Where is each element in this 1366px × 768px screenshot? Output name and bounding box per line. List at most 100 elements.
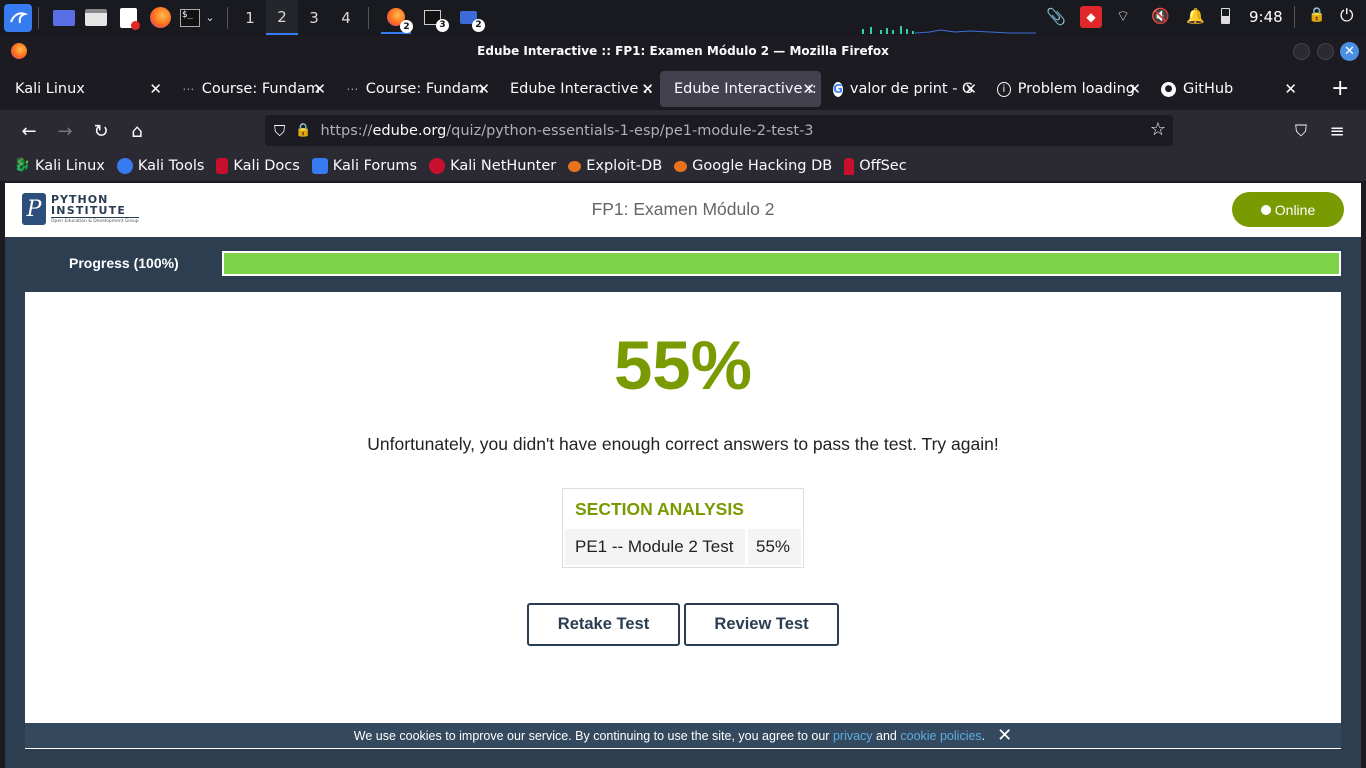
cookie-period: . [981,728,986,743]
home-icon[interactable]: ⌂ [119,113,155,149]
close-cookie-banner-icon[interactable]: ✕ [997,725,1012,746]
navigation-bar: ← → ↻ ⌂ ⛉ 🔒 https://edube.org/quiz/pytho… [0,110,1366,151]
bookmark-exploit-db[interactable]: Exploit-DB [568,158,662,174]
close-tab-icon[interactable]: ✕ [641,80,654,98]
battery-icon[interactable] [1221,8,1230,24]
minimize-button[interactable] [1293,43,1310,60]
pocket-icon[interactable]: ⛉ [1283,113,1319,149]
exploit-db-icon [568,160,582,172]
bookmark-kali-forums[interactable]: Kali Forums [311,158,417,174]
progress-bar [222,251,1341,276]
kali-forums-icon [311,158,328,174]
padlock-icon[interactable]: 🔒 [295,123,311,138]
window-titlebar: Edube Interactive :: FP1: Examen Módulo … [0,35,1366,67]
lock-icon[interactable]: 🔒 [1308,7,1325,23]
section-score-cell: 55% [748,529,801,565]
show-desktop-icon[interactable] [51,5,77,31]
url-bar[interactable]: ⛉ 🔒 https://edube.org/quiz/python-essent… [265,115,1173,146]
bookmark-kali-tools[interactable]: Kali Tools [116,158,205,174]
online-status-button[interactable]: Online [1232,192,1344,227]
forward-arrow-icon[interactable]: → [47,113,83,149]
close-tab-icon[interactable]: ✕ [1128,80,1141,98]
file-manager-icon[interactable] [83,5,109,31]
bookmark-google-hacking-db[interactable]: Google Hacking DB [674,158,832,174]
google-icon: G [833,81,843,97]
chevron-down-icon[interactable]: ⌄ [203,5,217,31]
bookmark-kali-linux[interactable]: 🐉 Kali Linux [14,158,105,174]
window-count-badge: 2 [400,20,413,33]
terminal-window-icon[interactable]: 3 [417,5,449,32]
close-tab-icon[interactable]: ✕ [149,80,162,98]
taskbar-separator [38,6,39,29]
bookmark-label: Kali Tools [137,158,205,174]
cookie-and: and [876,728,897,743]
close-tab-icon[interactable]: ✕ [1284,80,1297,98]
wifi-icon[interactable]: ⌔ [1116,7,1130,26]
power-icon[interactable]: ⏻ [1340,6,1353,26]
tab-edube-active[interactable]: Edube Interactive :: ✕ [660,71,821,107]
notifications-icon[interactable]: 🔔 [1186,7,1205,25]
url-path: /quiz/python-essentials-1-esp/pe1-module… [446,122,814,139]
tab-google-search[interactable]: Gvalor de print - G ✕ [821,71,983,107]
tab-course-2[interactable]: ⋯ Course: Fundam ✕ [332,71,496,107]
reload-icon[interactable]: ↻ [83,113,119,149]
paperclip-icon[interactable]: 📎 [1046,7,1066,26]
close-tab-icon[interactable]: ✕ [802,80,815,98]
maximize-button[interactable] [1317,43,1334,60]
taskbar-separator [368,6,369,29]
bookmark-star-icon[interactable]: ☆ [1150,119,1166,140]
workspace-2[interactable]: 2 [266,0,298,35]
network-graph [862,26,1036,34]
close-tab-icon[interactable]: ✕ [964,80,977,98]
tab-edube-1[interactable]: Edube Interactive :: ✕ [496,71,660,107]
tab-kali-linux[interactable]: Kali Linux ✕ [0,71,168,107]
bookmark-label: Kali Linux [35,158,105,174]
close-tab-icon[interactable]: ✕ [313,80,326,98]
terminal-icon[interactable]: $_ [179,5,201,31]
tab-github[interactable]: ● GitHub ✕ [1147,71,1303,107]
clock[interactable]: 9:48 [1249,8,1283,26]
taskbar-separator [227,6,228,29]
score-percentage: 55% [613,327,753,404]
bookmark-kali-nethunter[interactable]: Kali NetHunter [429,158,556,174]
bookmark-label: Exploit-DB [586,158,663,174]
kali-menu-icon[interactable] [4,3,32,32]
nethunter-icon [429,158,446,174]
tab-problem-loading[interactable]: i Problem loading ✕ [983,71,1147,107]
privacy-link[interactable]: privacy [833,729,873,743]
firefox-window-icon[interactable]: 2 [381,1,413,34]
site-header: P PYTHON INSTITUTE Open Education & Deve… [5,183,1361,237]
retake-test-button[interactable]: Retake Test [527,603,680,646]
workspace-4[interactable]: 4 [330,0,362,35]
tab-label: Problem loading [1017,81,1135,97]
close-tab-icon[interactable]: ✕ [477,80,490,98]
files-window-icon[interactable]: 2 [453,5,485,32]
tab-course-1[interactable]: ⋯ Course: Fundam ✕ [168,71,332,107]
workspace-1[interactable]: 1 [234,0,266,35]
firefox-launcher-icon[interactable] [147,5,173,31]
hamburger-menu-icon[interactable]: ≡ [1319,113,1355,149]
bookmark-label: Kali Docs [233,158,300,174]
text-editor-icon[interactable] [115,5,141,31]
tracking-protection-icon[interactable]: ⛉ [274,122,285,140]
workspace-3[interactable]: 3 [298,0,330,35]
firefox-icon [11,43,27,59]
window-count-badge: 3 [436,18,449,32]
volume-muted-icon[interactable]: 🔇 [1151,7,1170,25]
system-taskbar: $_ ⌄ 1 2 3 4 2 3 2 📎 ◆ ⌔ 🔇 🔔 9:48 🔒 ⏻ [0,0,1366,35]
section-analysis-title: SECTION ANALYSIS [575,499,744,519]
cookie-policies-link[interactable]: cookie policies [900,729,981,743]
new-tab-button[interactable]: + [1331,76,1349,101]
github-icon: ● [1161,81,1176,97]
section-name-cell: PE1 -- Module 2 Test [565,529,745,565]
bookmark-kali-docs[interactable]: Kali Docs [216,158,300,174]
progress-label: Progress (100%) [69,255,179,271]
url-host: edube.org [372,122,447,139]
page-footer-strip [5,749,1361,768]
close-window-button[interactable]: ✕ [1340,42,1359,61]
bookmark-offsec[interactable]: OffSec [844,157,907,175]
bookmarks-toolbar: 🐉 Kali Linux Kali Tools Kali Docs Kali Fo… [0,151,1366,181]
back-arrow-icon[interactable]: ← [11,113,47,149]
review-test-button[interactable]: Review Test [684,603,839,646]
vpn-icon[interactable]: ◆ [1080,6,1102,28]
